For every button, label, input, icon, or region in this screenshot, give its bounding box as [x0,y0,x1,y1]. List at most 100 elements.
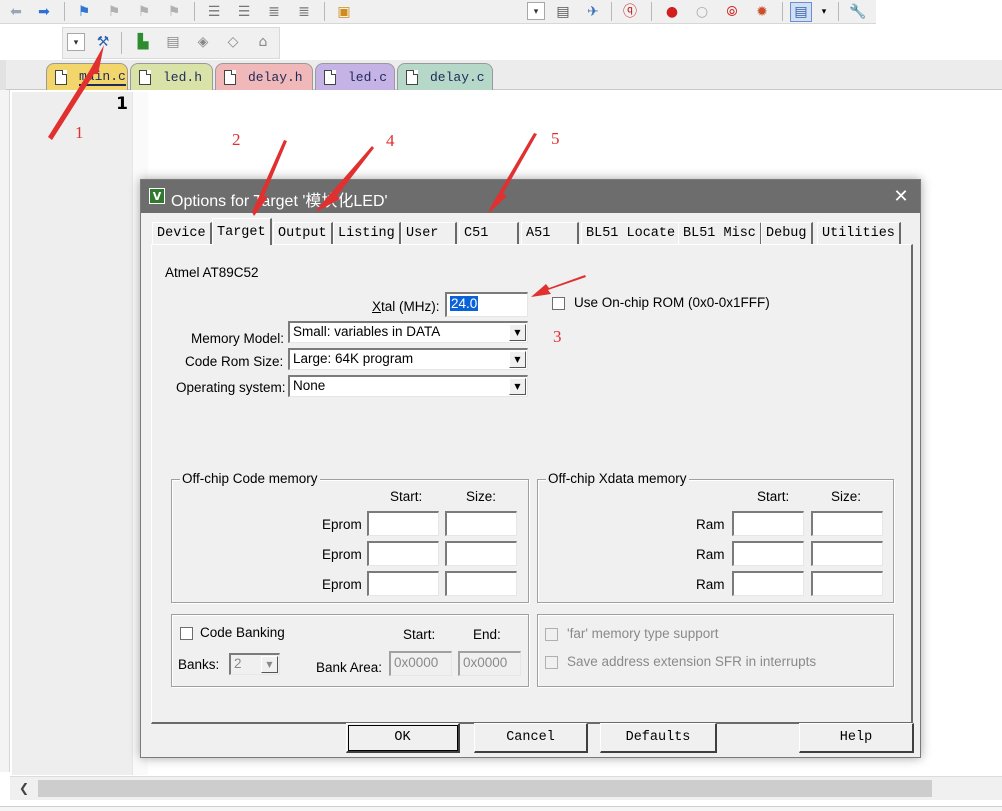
file-tab-label: delay.h [248,69,303,85]
magic-wand-icon[interactable]: ⚒ [93,32,113,52]
chevron-down-icon[interactable]: ▼ [509,324,526,341]
bookmark-clear-icon[interactable]: ⚑ [164,2,184,22]
ram-size-input[interactable] [811,571,883,596]
tab-debug[interactable]: Debug [761,222,813,244]
defaults-button[interactable]: Defaults [600,723,717,753]
far-memory-label: 'far' memory type support [567,626,719,641]
forward-arrow-icon[interactable]: ➡ [34,2,54,22]
memory-model-select[interactable]: Small: variables in DATA ▼ [288,321,528,343]
toolbar-separator [194,2,195,21]
bookmark-prev-icon[interactable]: ⚑ [104,2,124,22]
file-tab-led-c[interactable]: led.c [315,63,395,90]
build-icon[interactable]: ▙ [133,32,153,52]
ram-start-input[interactable] [732,541,804,566]
eprom-start-input[interactable] [367,541,439,566]
find-combo-dropdown-icon[interactable]: ▾ [527,2,545,20]
file-tab-delay-c[interactable]: delay.c [397,63,493,90]
eprom-size-input[interactable] [445,511,517,536]
line-number: 1 [116,94,128,114]
breakpoint-all-icon[interactable]: ✹ [752,2,772,22]
eprom-size-input[interactable] [445,541,517,566]
breakpoint-kill-icon[interactable]: ⦾ [722,2,742,22]
ram-size-input[interactable] [811,511,883,536]
indent-icon[interactable]: ☰ [204,2,224,22]
far-memory-checkbox[interactable] [545,628,558,641]
ok-button[interactable]: OK [346,723,460,753]
annotation-label-4: 4 [386,131,395,150]
bank-area-end-input[interactable]: 0x0000 [458,651,521,676]
cancel-button[interactable]: Cancel [474,723,588,753]
tab-c51[interactable]: C51 [459,222,519,244]
code-start-header: Start: [390,489,423,504]
bookmark-icon[interactable]: ⚑ [74,2,94,22]
tab-listing[interactable]: Listing [333,222,401,244]
code-rom-size-select[interactable]: Large: 64K program ▼ [288,348,528,370]
annotation-label-1: 1 [75,123,84,142]
breakpoint-icon[interactable]: ● [662,2,682,22]
file-icon [139,69,151,85]
code-banking-group: Code Banking Start: End: Banks: 2 ▼ Bank… [171,614,529,687]
xdata-start-header: Start: [757,489,790,504]
rebuild-icon[interactable]: ⌂ [253,32,273,52]
xtal-label: Xtal (MHz): [372,299,440,314]
eprom-start-input[interactable] [367,571,439,596]
dialog-body: Device Target Output Listing User C51 A5… [141,213,920,757]
find-in-files-icon[interactable]: ▤ [553,2,573,22]
tab-user[interactable]: User [401,222,457,244]
left-panel-edge [0,90,10,772]
unindent-icon[interactable]: ☰ [234,2,254,22]
incremental-find-icon[interactable]: ✈ [583,2,603,22]
wrench-icon[interactable]: 🔧 [848,2,868,22]
back-arrow-icon[interactable]: ⬅ [6,2,26,22]
ram-start-input[interactable] [732,511,804,536]
file-tab-led-h[interactable]: led.h [130,63,213,90]
ram-label: Ram [696,547,725,562]
tab-device[interactable]: Device [152,222,212,244]
tab-a51[interactable]: A51 [521,222,579,244]
eprom-size-input[interactable] [445,571,517,596]
ram-size-input[interactable] [811,541,883,566]
toolbar-separator [121,32,122,54]
toolbar-separator [611,2,612,21]
file-tab-delay-h[interactable]: delay.h [215,63,313,90]
dialog-title-bar[interactable]: V Options for Target '模块化LED' ✕ [141,180,920,213]
load-icon[interactable]: ◈ [193,32,213,52]
open-folder-icon[interactable]: ▣ [334,2,354,22]
ram-start-input[interactable] [732,571,804,596]
tab-bl51-locate[interactable]: BL51 Locate [581,222,682,244]
debug-icon[interactable]: ⓠ [620,2,640,22]
help-button[interactable]: Help [799,723,914,753]
layout-dropdown-icon[interactable]: ▾ [814,2,834,22]
translate-icon[interactable]: ▤ [163,32,183,52]
line-number-gutter [12,92,132,775]
onchip-rom-checkbox[interactable] [552,297,565,310]
eprom-label: Eprom [322,577,362,592]
tab-bl51-misc[interactable]: BL51 Misc [678,222,762,244]
toolbar-separator [64,2,65,21]
download-icon[interactable]: ◇ [223,32,243,52]
bookmark-next-icon[interactable]: ⚑ [134,2,154,22]
target-select-dropdown-icon[interactable]: ▾ [67,33,85,51]
scroll-left-icon[interactable]: ❮ [14,778,34,798]
xtal-input[interactable]: 24.0 [445,292,528,317]
comment-icon[interactable]: ≣ [264,2,284,22]
operating-system-select[interactable]: None ▼ [288,375,528,397]
chevron-down-icon[interactable]: ▼ [509,351,526,368]
bank-area-start-input[interactable]: 0x0000 [389,651,452,676]
chevron-down-icon[interactable]: ▼ [261,656,278,673]
banks-select[interactable]: 2 ▼ [229,653,280,675]
save-address-checkbox[interactable] [545,656,558,669]
breakpoint-disabled-icon[interactable]: ○ [692,2,712,22]
chevron-down-icon[interactable]: ▼ [509,378,526,395]
code-rom-size-value: Large: 64K program [293,351,414,366]
tab-utilities[interactable]: Utilities [817,222,901,244]
close-icon[interactable]: ✕ [889,184,913,208]
tab-output[interactable]: Output [273,222,333,244]
eprom-start-input[interactable] [367,511,439,536]
tab-target[interactable]: Target [212,218,272,245]
uncomment-icon[interactable]: ≣ [294,2,314,22]
scrollbar-thumb[interactable] [38,780,932,797]
file-tab-main-c[interactable]: main.c [46,63,128,90]
window-layout-icon[interactable]: ▤ [790,2,812,22]
code-banking-checkbox[interactable] [180,627,193,640]
